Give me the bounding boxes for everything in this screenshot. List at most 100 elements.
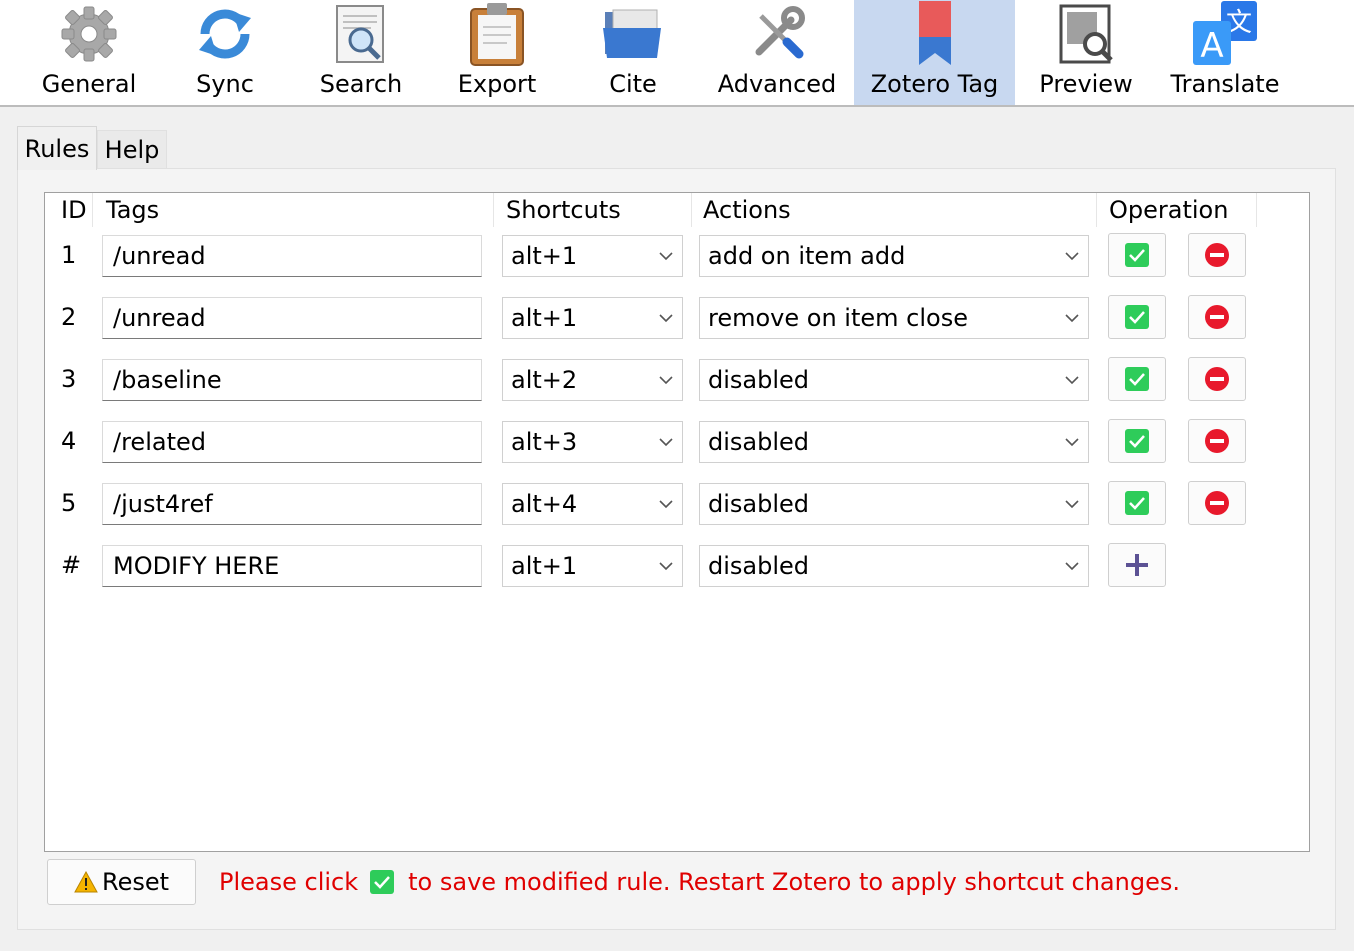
action-select-value: disabled (708, 490, 810, 518)
chevron-down-icon (1065, 500, 1079, 509)
chevron-down-icon (659, 314, 673, 323)
shortcut-select[interactable]: alt+4 (502, 483, 683, 525)
tab-help[interactable]: Help (97, 130, 167, 168)
shortcut-select-value: alt+1 (511, 304, 578, 332)
folder-icon (599, 0, 667, 68)
bookmark-icon (901, 0, 969, 68)
column-header-operation[interactable]: Operation (1099, 193, 1257, 227)
save-rule-button[interactable] (1108, 419, 1166, 463)
column-header-shortcuts[interactable]: Shortcuts (496, 193, 692, 227)
gear-icon (55, 0, 123, 68)
toolbar-cite-label: Cite (609, 70, 657, 98)
toolbar-general[interactable]: General (30, 0, 148, 105)
row-id: 5 (61, 489, 77, 517)
save-rule-button[interactable] (1108, 295, 1166, 339)
toolbar-translate[interactable]: 文 A Translate (1162, 0, 1288, 105)
column-header-tags[interactable]: Tags (96, 193, 494, 227)
preferences-toolbar: General Sync Search Export Cite Advanced… (0, 0, 1354, 107)
delete-rule-button[interactable] (1188, 419, 1246, 463)
toolbar-preview[interactable]: Preview (1030, 0, 1142, 105)
sync-icon (191, 0, 259, 68)
column-header-actions[interactable]: Actions (693, 193, 1097, 227)
checkmark-icon (1125, 243, 1149, 267)
save-rule-button[interactable] (1108, 481, 1166, 525)
toolbar-sync-label: Sync (196, 70, 254, 98)
shortcut-select-value: alt+1 (511, 552, 578, 580)
toolbar-zotero-tag-label: Zotero Tag (870, 70, 999, 98)
shortcut-select-value: alt+3 (511, 428, 578, 456)
toolbar-search[interactable]: Search (306, 0, 416, 105)
shortcut-select-value: alt+1 (511, 242, 578, 270)
tag-input[interactable]: /unread (102, 297, 482, 339)
toolbar-zotero-tag[interactable]: Zotero Tag (854, 0, 1015, 105)
action-select-value: disabled (708, 552, 810, 580)
save-rule-button[interactable] (1108, 233, 1166, 277)
chevron-down-icon (1065, 562, 1079, 571)
toolbar-advanced-label: Advanced (717, 70, 837, 98)
chevron-down-icon (1065, 438, 1079, 447)
minus-circle-icon (1205, 305, 1229, 329)
new-tag-input[interactable]: MODIFY HERE (102, 545, 482, 587)
reset-button[interactable]: Reset (47, 859, 196, 905)
toolbar-translate-label: Translate (1170, 70, 1280, 98)
clipboard-icon (463, 0, 531, 68)
chevron-down-icon (659, 252, 673, 261)
row-id: 1 (61, 241, 77, 269)
column-header-id[interactable]: ID (51, 193, 93, 227)
preview-icon (1052, 0, 1120, 68)
shortcut-select[interactable]: alt+1 (502, 297, 683, 339)
action-select[interactable]: disabled (699, 421, 1089, 463)
save-rule-button[interactable] (1108, 357, 1166, 401)
action-select[interactable]: remove on item close (699, 297, 1089, 339)
delete-rule-button[interactable] (1188, 295, 1246, 339)
new-action-select[interactable]: disabled (699, 545, 1089, 587)
shortcut-select[interactable]: alt+1 (502, 235, 683, 277)
action-select-value: disabled (708, 366, 810, 394)
chevron-down-icon (659, 438, 673, 447)
tag-input[interactable]: /just4ref (102, 483, 482, 525)
shortcut-select[interactable]: alt+3 (502, 421, 683, 463)
new-row-id: # (61, 551, 82, 579)
checkmark-icon (1125, 305, 1149, 329)
shortcut-select[interactable]: alt+2 (502, 359, 683, 401)
notice-text-end: to save modified rule. Restart Zotero to… (408, 868, 1180, 896)
chevron-down-icon (659, 562, 673, 571)
new-shortcut-select[interactable]: alt+1 (502, 545, 683, 587)
action-select-value: remove on item close (708, 304, 968, 332)
toolbar-preview-label: Preview (1039, 70, 1133, 98)
minus-circle-icon (1205, 243, 1229, 267)
tag-input[interactable]: /unread (102, 235, 482, 277)
checkmark-icon (370, 870, 395, 894)
action-select[interactable]: disabled (699, 483, 1089, 525)
minus-circle-icon (1205, 491, 1229, 515)
tab-rules[interactable]: Rules (17, 126, 97, 170)
checkmark-icon (1125, 429, 1149, 453)
toolbar-export[interactable]: Export (442, 0, 552, 105)
row-id: 4 (61, 427, 77, 455)
shortcut-select-value: alt+2 (511, 366, 578, 394)
toolbar-sync[interactable]: Sync (170, 0, 280, 105)
chevron-down-icon (1065, 252, 1079, 261)
delete-rule-button[interactable] (1188, 481, 1246, 525)
tag-input[interactable]: /baseline (102, 359, 482, 401)
translate-icon: 文 A (1191, 0, 1259, 68)
chevron-down-icon (659, 500, 673, 509)
toolbar-general-label: General (41, 70, 137, 98)
minus-circle-icon (1205, 429, 1229, 453)
minus-circle-icon (1205, 367, 1229, 391)
chevron-down-icon (659, 376, 673, 385)
toolbar-cite[interactable]: Cite (578, 0, 688, 105)
checkmark-icon (1125, 367, 1149, 391)
tag-input[interactable]: /related (102, 421, 482, 463)
action-select[interactable]: disabled (699, 359, 1089, 401)
action-select[interactable]: add on item add (699, 235, 1089, 277)
delete-rule-button[interactable] (1188, 357, 1246, 401)
search-document-icon (327, 0, 395, 68)
toolbar-advanced[interactable]: Advanced (712, 0, 842, 105)
delete-rule-button[interactable] (1188, 233, 1246, 277)
reset-button-label: Reset (101, 868, 170, 896)
wrench-screwdriver-icon (743, 0, 811, 68)
add-rule-button[interactable] (1108, 543, 1166, 587)
plus-icon (1126, 554, 1148, 576)
svg-text:A: A (1200, 26, 1223, 66)
